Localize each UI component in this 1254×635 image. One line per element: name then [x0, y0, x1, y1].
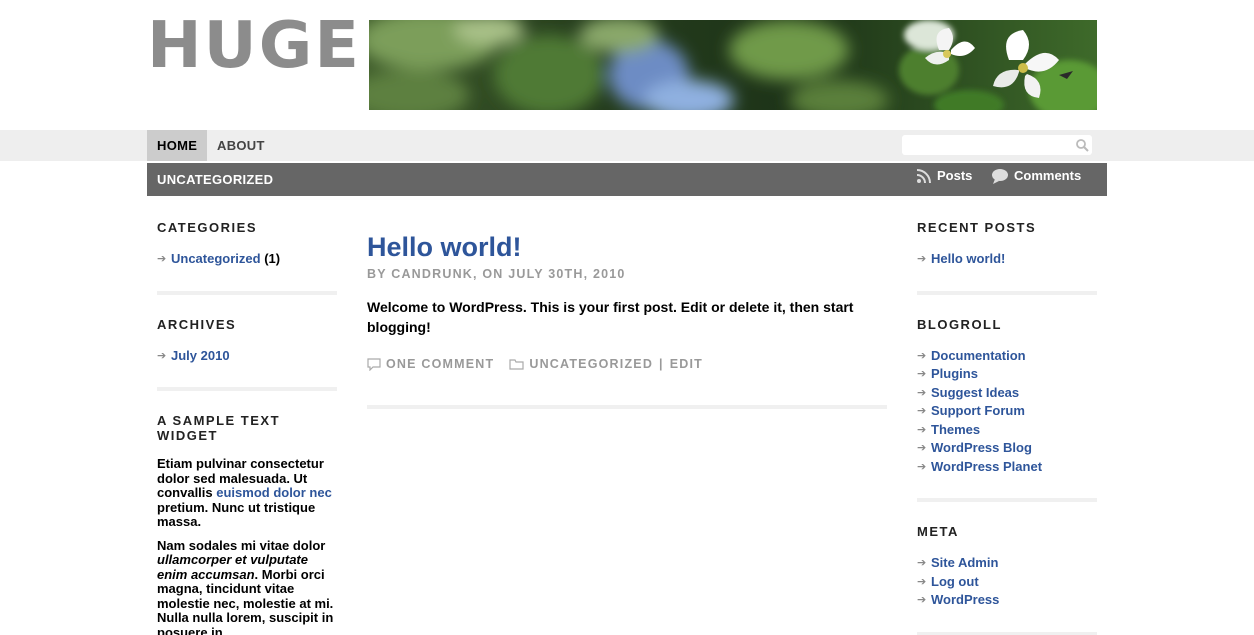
main-navigation: HOME ABOUT — [0, 130, 1254, 161]
arrow-right-icon: ➔ — [157, 349, 167, 362]
post-category-link[interactable]: UNCATEGORIZED — [529, 357, 653, 371]
text-widget-paragraph: Etiam pulvinar consectetur dolor sed mal… — [157, 456, 332, 529]
list-item: ➔ Themes — [917, 421, 1097, 440]
category-link-uncategorized[interactable]: UNCATEGORIZED — [157, 163, 273, 196]
category-bar: UNCATEGORIZED Posts Comments — [147, 163, 1107, 196]
meta-site-admin-link[interactable]: Site Admin — [931, 555, 998, 570]
blogroll-plugins-link[interactable]: Plugins — [931, 366, 978, 381]
list-item: ➔ WordPress Planet — [917, 458, 1097, 477]
comments-feed-label: Comments — [1014, 168, 1082, 183]
arrow-right-icon: ➔ — [917, 349, 927, 362]
search-form — [902, 135, 1092, 155]
post-meta: BY CANDRUNK, ON JULY 30TH, 2010 — [367, 267, 626, 281]
post-comments-link[interactable]: ONE COMMENT — [386, 357, 494, 371]
category-uncategorized-link[interactable]: Uncategorized — [171, 251, 261, 266]
meta-title: META — [917, 524, 959, 539]
meta-list: ➔ Site Admin ➔ Log out ➔ WordPress — [917, 554, 1097, 610]
comment-bubble-icon — [992, 169, 1008, 184]
list-item: ➔ WordPress Blog — [917, 439, 1097, 458]
categories-title: CATEGORIES — [157, 220, 257, 235]
arrow-right-icon: ➔ — [917, 442, 927, 454]
text-widget-body: Etiam pulvinar consectetur dolor sed mal… — [157, 456, 337, 635]
recent-posts-list: ➔ Hello world! — [917, 250, 1097, 269]
text-widget-paragraph: Nam sodales mi vitae dolor ullamcorper e… — [157, 537, 334, 635]
nav-about[interactable]: ABOUT — [207, 130, 275, 161]
widget-divider — [917, 498, 1097, 502]
list-item: ➔ Documentation — [917, 347, 1097, 366]
separator: | — [659, 357, 664, 371]
arrow-right-icon: ➔ — [917, 575, 927, 588]
widget-divider — [157, 387, 337, 391]
comment-icon — [367, 357, 381, 371]
euismod-link[interactable]: euismod dolor nec — [216, 485, 332, 500]
flower-banner-illustration — [369, 20, 1097, 110]
archive-july-2010-link[interactable]: July 2010 — [171, 348, 230, 363]
recent-posts-title: RECENT POSTS — [917, 220, 1037, 235]
blogroll-themes-link[interactable]: Themes — [931, 422, 980, 437]
archives-list: ➔ July 2010 — [157, 347, 337, 366]
nav-home[interactable]: HOME — [147, 130, 208, 161]
search-icon[interactable] — [1075, 138, 1089, 152]
list-item: ➔ Support Forum — [917, 402, 1097, 421]
list-item: ➔ Uncategorized (1) — [157, 250, 337, 269]
right-sidebar: RECENT POSTS ➔ Hello world! BLOGROLL ➔ Do… — [917, 220, 1097, 635]
post-edit-link[interactable]: EDIT — [670, 357, 703, 371]
post-body: Welcome to WordPress. This is your first… — [367, 299, 854, 335]
arrow-right-icon: ➔ — [917, 460, 927, 473]
arrow-right-icon: ➔ — [917, 368, 927, 380]
arrow-right-icon: ➔ — [917, 405, 927, 417]
meta-log-out-link[interactable]: Log out — [931, 574, 979, 589]
blogroll-title: BLOGROLL — [917, 316, 1002, 332]
widget-divider — [917, 631, 1097, 635]
archives-title: ARCHIVES — [157, 316, 237, 332]
posts-feed-label: Posts — [937, 168, 973, 183]
blogroll-wordpress-blog-link[interactable]: WordPress Blog — [931, 440, 1032, 455]
blogroll-support-forum-link[interactable]: Support Forum — [931, 403, 1025, 418]
list-item: ➔ Plugins — [917, 365, 1097, 384]
category-count: (1) — [264, 251, 281, 266]
widget-divider — [917, 290, 1097, 295]
post-divider — [367, 405, 887, 409]
search-input[interactable] — [902, 135, 1072, 155]
arrow-right-icon: ➔ — [917, 423, 927, 436]
site-logo[interactable]: HUGE — [147, 14, 361, 78]
widget-divider — [157, 290, 337, 295]
rss-icon — [916, 169, 931, 184]
arrow-right-icon: ➔ — [917, 557, 927, 569]
list-item: ➔ Log out — [917, 573, 1097, 592]
post-footer: ONE COMMENT UNCATEGORIZED | EDIT — [367, 357, 887, 371]
text-widget-title: A SAMPLE TEXT WIDGET — [157, 413, 281, 443]
comments-feed-link[interactable]: Comments — [991, 167, 1081, 185]
folder-icon — [509, 359, 524, 370]
list-item: ➔ Suggest Ideas — [917, 384, 1097, 403]
list-item: ➔ WordPress — [917, 591, 1097, 610]
main-content: Hello world! BY CANDRUNK, ON JULY 30TH, … — [367, 232, 887, 409]
header-banner-image — [369, 20, 1097, 110]
meta-wordpress-link[interactable]: WordPress — [931, 592, 999, 607]
blogroll-list: ➔ Documentation ➔ Plugins ➔ Suggest Ideas ➔… — [917, 347, 1097, 477]
list-item: ➔ Site Admin — [917, 554, 1097, 573]
blogroll-suggest-ideas-link[interactable]: Suggest Ideas — [931, 385, 1019, 400]
arrow-right-icon: ➔ — [917, 386, 927, 399]
posts-feed-link[interactable]: Posts — [916, 167, 972, 185]
arrow-right-icon: ➔ — [157, 253, 167, 265]
post-title-link[interactable]: Hello world! — [367, 232, 887, 262]
blogroll-wordpress-planet-link[interactable]: WordPress Planet — [931, 459, 1042, 474]
blogroll-documentation-link[interactable]: Documentation — [931, 348, 1026, 363]
arrow-right-icon: ➔ — [917, 253, 927, 265]
recent-post-link[interactable]: Hello world! — [931, 251, 1005, 266]
list-item: ➔ July 2010 — [157, 347, 337, 366]
arrow-right-icon: ➔ — [917, 594, 927, 606]
categories-list: ➔ Uncategorized (1) — [157, 250, 337, 269]
list-item: ➔ Hello world! — [917, 250, 1097, 269]
left-sidebar: CATEGORIES ➔ Uncategorized (1) ARCHIVES … — [157, 220, 337, 635]
